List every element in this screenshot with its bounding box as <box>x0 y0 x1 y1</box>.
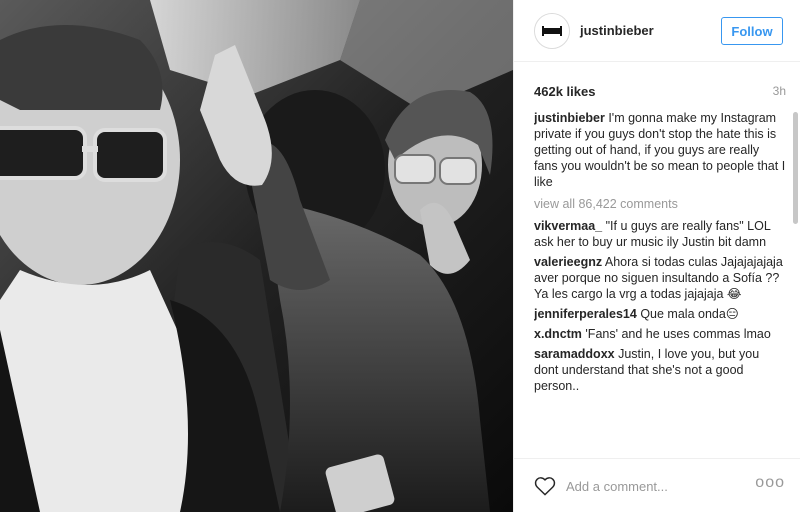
heart-icon[interactable] <box>534 476 556 496</box>
comment-username[interactable]: vikvermaa_ <box>534 219 602 233</box>
more-options-icon[interactable]: ooo <box>755 474 785 492</box>
comment-username[interactable]: saramaddoxx <box>534 347 615 361</box>
comment-text: 'Fans' and he uses commas lmao <box>585 327 771 341</box>
avatar[interactable] <box>534 13 570 49</box>
caption: justinbieber I'm gonna make my Instagram… <box>534 110 786 190</box>
post-header: justinbieber Follow <box>514 0 800 62</box>
post-photo[interactable] <box>0 0 513 512</box>
comments-list[interactable]: justinbieber I'm gonna make my Instagram… <box>534 110 786 458</box>
view-all-comments-link[interactable]: view all 86,422 comments <box>534 196 786 212</box>
list-item: jenniferperales14 Que mala onda😑 <box>534 306 786 322</box>
comments-scrollbar[interactable] <box>793 112 798 224</box>
comment-username[interactable]: valerieegnz <box>534 255 602 269</box>
likes-row: 462k likes 3h <box>534 84 786 100</box>
caption-username[interactable]: justinbieber <box>534 111 605 125</box>
photo-image <box>0 0 513 512</box>
post-username[interactable]: justinbieber <box>580 23 654 38</box>
comment-username[interactable]: jenniferperales14 <box>534 307 637 321</box>
post-details-panel: justinbieber Follow 462k likes 3h justin… <box>513 0 800 512</box>
follow-button[interactable]: Follow <box>721 17 783 45</box>
brand-logo-icon <box>535 14 569 48</box>
list-item: x.dnctm 'Fans' and he uses commas lmao <box>534 326 786 342</box>
list-item: saramaddoxx Justin, I love you, but you … <box>534 346 786 394</box>
list-item: valerieegnz Ahora si todas culas Jajajaj… <box>534 254 786 302</box>
list-item: vikvermaa_ "If u guys are really fans" L… <box>534 218 786 250</box>
post-time[interactable]: 3h <box>773 84 786 98</box>
comment-bar: ooo <box>514 458 800 512</box>
comment-username[interactable]: x.dnctm <box>534 327 582 341</box>
comment-text: Que mala onda😑 <box>640 307 739 321</box>
likes-count[interactable]: 462k likes <box>534 84 595 99</box>
add-comment-input[interactable] <box>566 473 746 499</box>
